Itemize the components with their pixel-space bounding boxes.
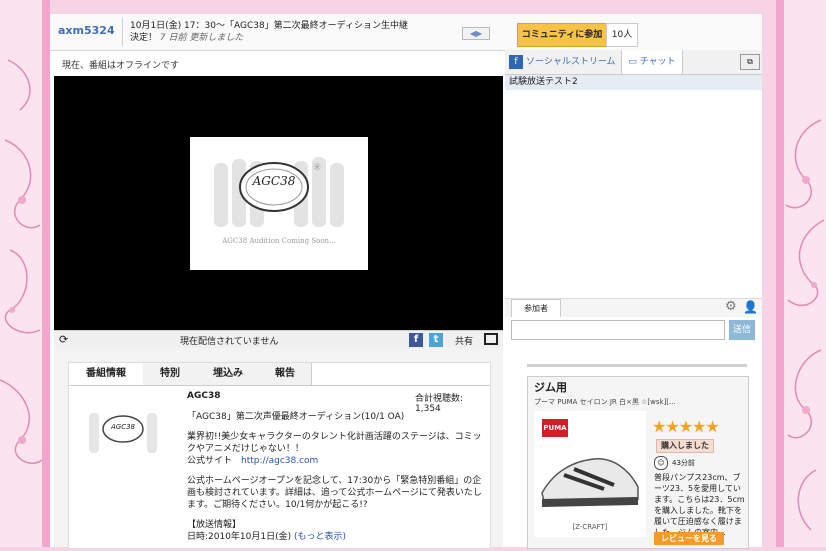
video-player[interactable]: AGC38 ✳ AGC38 Audition Coming Soon... [54, 76, 503, 330]
chat-message: 試験放送テスト2 [505, 75, 762, 90]
header-divider [122, 18, 123, 46]
fullscreen-icon[interactable] [484, 333, 498, 345]
title-line2: 決定！ [130, 33, 158, 43]
product-ad[interactable]: ジム用 プーマ PUMA セイロン JR 白×黒 ☆[wsk][... PUMA… [527, 376, 749, 549]
info-tabs: 番組情報 特別 埋込み 報告 [69, 363, 490, 386]
reviewer-avatar: ☺ [654, 456, 668, 470]
facebook-icon[interactable]: f [409, 333, 423, 347]
share-label[interactable]: 共有 [455, 334, 473, 347]
participants-bar: 参加者 ⚙ 👤 [505, 298, 762, 317]
title-line1: 10月1日(金) 17：30〜「AGC38」第二次最終オーディション生中継 [130, 21, 409, 31]
rating-stars: ★★★★★ [652, 417, 720, 436]
chat-input[interactable] [511, 320, 725, 340]
right-decoration [776, 0, 826, 547]
channel-name: AGC38 [187, 391, 221, 401]
program-description: 「AGC38」第二次声優最終オーディション(10/1 OA) 業界初!!美少女キ… [187, 411, 487, 551]
ad-area: ジム用 プーマ PUMA セイロン JR 白×黒 ☆[wsk][... PUMA… [505, 348, 762, 549]
purchased-badge: 購入しました [656, 439, 714, 453]
tab-chat-label: チャット [639, 57, 676, 67]
program-info-panel: 番組情報 特別 埋込み 報告 AGC38 AGC38 合計視聴数: 1,354 … [68, 362, 491, 549]
next-arrow-icon[interactable]: ▶ [476, 29, 482, 38]
maker-label: [Z-CRAFT] [572, 523, 608, 531]
chat-bubble-icon: ▭ [628, 57, 637, 67]
logo-text: AGC38 [252, 174, 296, 188]
refresh-icon[interactable]: ⟳ [59, 333, 68, 346]
logo-figures-image: AGC38 ✳ [214, 157, 344, 227]
popout-icon[interactable]: ⧉ [740, 54, 760, 70]
review-text: 普段パンプス23cm、ブーツ23．5を愛用しています。こちらは23．5cmを購入… [654, 473, 745, 537]
broadcast-header: 【放送情報】 [187, 520, 242, 530]
broadcast-date: 日時:2010年10月1日(金) [187, 532, 292, 542]
not-streaming-text: 現在配信されていません [180, 337, 279, 347]
user-icon[interactable]: 👤 [743, 300, 758, 314]
star-icon: ✳ [312, 160, 322, 174]
updated-text: 7 日前 更新しました [159, 33, 244, 43]
offline-status: 現在、番組はオフラインです [62, 61, 180, 71]
product-name[interactable]: プーマ PUMA セイロン JR 白×黒 ☆[wsk][... [534, 397, 742, 407]
offline-thumbnail: AGC38 ✳ AGC38 Audition Coming Soon... [190, 137, 368, 270]
tab-embed[interactable]: 埋込み [197, 363, 260, 385]
tab-special[interactable]: 特別 [143, 363, 198, 385]
mini-logo-image: AGC38 [89, 413, 157, 453]
social-stream-icon: f [509, 54, 523, 69]
channel-thumbnail: AGC38 [83, 407, 163, 463]
gear-icon[interactable]: ⚙ [725, 299, 737, 314]
tab-social-label: ソーシャルストリーム [526, 57, 616, 67]
shoe-image [541, 458, 639, 507]
username-link[interactable]: axm5324 [58, 24, 115, 37]
site-label: 公式サイト [187, 456, 233, 466]
tab-social-stream[interactable]: f ソーシャルストリーム [509, 54, 616, 69]
site-link[interactable]: http://agc38.com [241, 456, 318, 466]
left-decoration [0, 0, 50, 547]
chat-log[interactable] [505, 90, 762, 298]
ad-title: ジム用 [534, 381, 567, 394]
logo-caption: AGC38 Audition Coming Soon... [222, 237, 336, 245]
tab-program-info[interactable]: 番組情報 [69, 363, 144, 385]
tab-participants[interactable]: 参加者 [511, 299, 561, 317]
tab-chat[interactable]: ▭ チャット [621, 50, 683, 74]
see-reviews-button[interactable]: レビューを見る [654, 532, 724, 545]
player-control-bar: ⟳ 現在配信されていません f t 共有 [54, 330, 503, 349]
tab-report[interactable]: 報告 [259, 363, 312, 385]
title-pager[interactable]: ◀▶ [462, 27, 490, 40]
ad-divider [527, 364, 747, 367]
program-title: 10月1日(金) 17：30〜「AGC38」第二次最終オーディション生中継 決定… [130, 20, 420, 44]
info-area: 番組情報 特別 埋込み 報告 AGC38 AGC38 合計視聴数: 1,354 … [54, 348, 503, 549]
right-panel-tabs: f ソーシャルストリーム ▭ チャット ⧉ [505, 50, 762, 75]
send-button[interactable]: 送信 [729, 320, 755, 340]
member-count: 10人 [606, 23, 638, 47]
review-time: 43分前 [672, 459, 695, 467]
show-more-link[interactable]: (もっと表示) [294, 532, 346, 542]
channel-page: axm5324 10月1日(金) 17：30〜「AGC38」第二次最終オーディシ… [50, 14, 762, 549]
twitter-icon[interactable]: t [429, 333, 443, 347]
join-community-button[interactable]: コミュニティに参加 [517, 23, 607, 47]
mini-logo-text: AGC38 [110, 423, 136, 431]
channel-header: axm5324 10月1日(金) 17：30〜「AGC38」第二次最終オーディシ… [50, 14, 762, 51]
desc-paragraph-1: 業界初!!美少女キャラクターのタレント化計画活躍のステージは、コミックやアニメだ… [187, 432, 482, 454]
product-image[interactable]: PUMA [Z-CRAFT] [534, 411, 646, 537]
desc-paragraph-2: 公式ホームページオープンを記念して、17:30から「緊急特別番組」の企画も検討さ… [187, 476, 482, 510]
desc-title: 「AGC38」第二次声優最終オーディション(10/1 OA) [187, 412, 405, 422]
